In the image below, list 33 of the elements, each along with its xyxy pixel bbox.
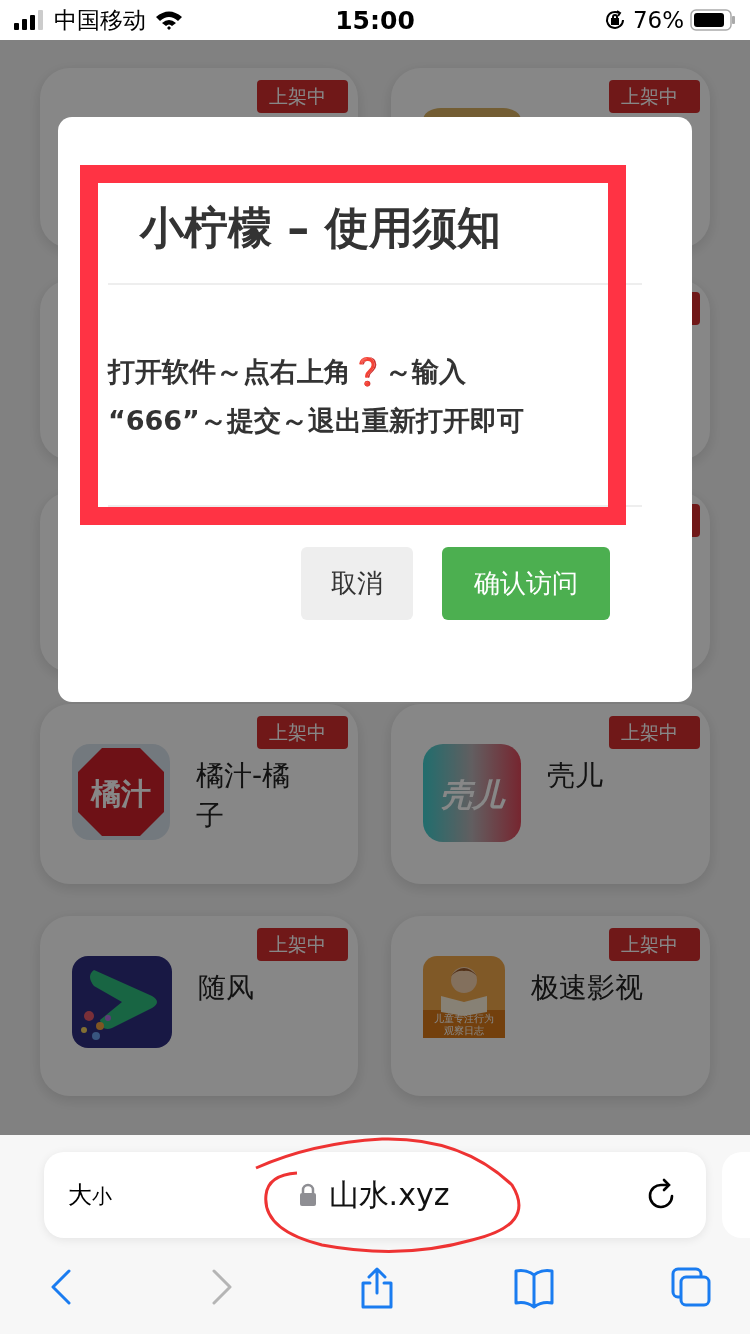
app-name: 壳儿: [547, 758, 603, 794]
app-card[interactable]: 上架中 壳儿 壳儿: [391, 704, 710, 884]
app-icon: 橘汁: [72, 744, 170, 840]
text-size-button[interactable]: 大小: [68, 1179, 112, 1211]
app-name: 橘汁-橘子: [196, 758, 292, 834]
confirm-button[interactable]: 确认访问: [442, 547, 610, 620]
app-icon: 儿童专注行为观察日志: [423, 956, 505, 1038]
status-badge: 上架中: [609, 80, 700, 113]
url-text: 山水.xyz: [328, 1175, 450, 1214]
lock-icon: [298, 1183, 317, 1207]
app-name: 随风: [198, 970, 254, 1006]
carrier-name: 中国移动: [54, 5, 146, 35]
app-icon: [72, 956, 172, 1048]
battery-icon: [690, 9, 736, 31]
dialog-title: 小柠檬 – 使用须知: [140, 201, 502, 255]
app-name: 极速影视: [531, 970, 643, 1006]
status-badge: 上架中: [609, 716, 700, 749]
wifi-icon: [154, 9, 184, 31]
app-card[interactable]: 上架中 随风: [40, 916, 358, 1096]
address-bar[interactable]: 大小 山水.xyz: [44, 1152, 706, 1238]
dialog-message: 打开软件～点右上角❓～输入 “666”～提交～退出重新打开即可: [108, 355, 525, 438]
cancel-button[interactable]: 取消: [301, 547, 413, 620]
app-icon: 壳儿: [423, 744, 521, 842]
status-badge: 上架中: [609, 928, 700, 961]
app-card[interactable]: 上架中 橘汁 橘汁-橘子: [40, 704, 358, 884]
tabs-icon: [669, 1265, 713, 1309]
app-card[interactable]: 上架中 儿童专注行为观察日志 极速影视: [391, 916, 710, 1096]
status-badge: 上架中: [257, 928, 348, 961]
battery-percent: 76%: [632, 7, 684, 33]
status-badge: 上架中: [257, 716, 348, 749]
signal-icon: [14, 10, 46, 30]
status-badge: 上架中: [257, 80, 348, 113]
clock-time: 15:00: [335, 5, 415, 35]
